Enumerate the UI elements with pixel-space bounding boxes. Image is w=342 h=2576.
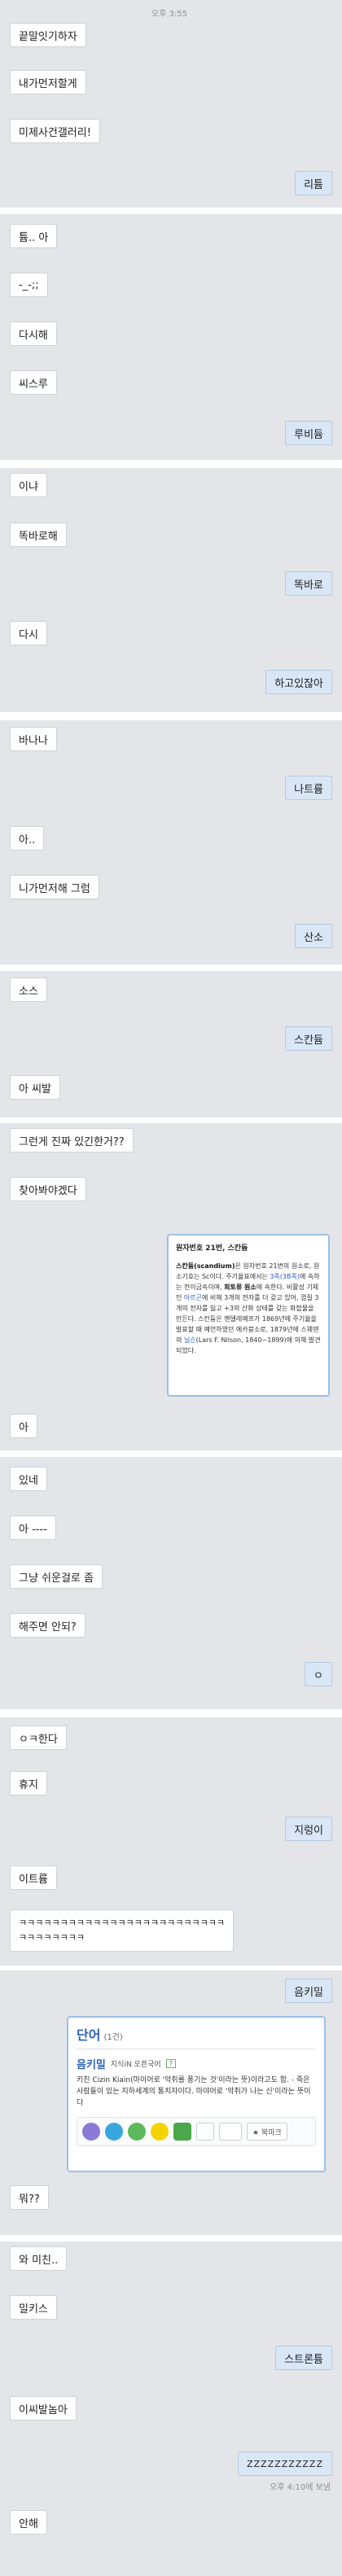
link-group3[interactable]: 3족(3B족) [270, 1273, 300, 1280]
chat-bubble-out: ZZZZZZZZZZZ [238, 2451, 332, 2476]
chat-panel-2: 튬.. 아 -_-;; 다시해 씨스루 루비듐 [0, 214, 342, 460]
chat-bubble-in: 끝말잇기하자 [10, 23, 86, 47]
chat-bubble-out: 스트론튬 [275, 2346, 332, 2370]
chat-bubble-in: 니가먼저해 그럼 [10, 875, 99, 899]
chat-bubble-out: 나트륨 [285, 776, 332, 800]
chat-panel-5: 소스 스칸듐 아 씨발 [0, 971, 342, 1117]
chat-panel-6: 그런게 진짜 있긴한거?? 찾아봐야겠다 원자번호 21번, 스칸듐 스칸듐(s… [0, 1123, 342, 1450]
chat-bubble-in: 바나나 [10, 727, 57, 751]
chat-bubble-in: 그런게 진짜 있긴한거?? [10, 1128, 134, 1152]
chat-bubble-in: 밀키스 [10, 2295, 57, 2320]
chat-bubble-in: 있네 [10, 1467, 47, 1491]
talk-icon[interactable] [82, 2123, 100, 2141]
sent-timestamp: 오후 4:10에 보냄 [270, 2483, 331, 2492]
word-definition: 키친 Cizin Kiain(마이어로 '악취를 풍기는 것'이라는 뜻)이라고… [77, 2076, 311, 2107]
link-nilson[interactable]: 닐슨 [184, 1336, 196, 1344]
chat-bubble-out: 지렁이 [285, 1817, 332, 1841]
chat-bubble-out: ㅇ [305, 1662, 332, 1686]
chat-bubble-in: 찾아봐야겠다 [10, 1177, 86, 1201]
term-rare-earth: 희토류 원소 [224, 1284, 256, 1291]
kakao-icon[interactable] [151, 2123, 169, 2141]
chat-bubble-in: 안해 [10, 2510, 47, 2534]
chat-bubble-in: 그냥 쉬운걸로 좀 [10, 1564, 103, 1589]
help-badge-icon[interactable]: ? [165, 2059, 176, 2068]
chat-bubble-in: ㅇㅋ한다 [10, 1725, 67, 1750]
chat-bubble-out: 루비듐 [285, 421, 332, 445]
chat-bubble-out: 하고있잖아 [265, 670, 332, 694]
chat-bubble-in: 똑바로해 [10, 523, 67, 547]
chat-panel-9: 음키밀 단어 (1건) 음키밀 지식iN 오픈국어 ? 키친 Cizin Kia… [0, 1970, 342, 2235]
chat-bubble-in: 이씨발놈아 [10, 2396, 77, 2421]
word-heading[interactable]: 음키밀 [77, 2056, 106, 2071]
chat-panel-10: 와 미친.. 밀키스 스트론튬 이씨발놈아 ZZZZZZZZZZZ 오후 4:1… [0, 2241, 342, 2576]
chat-bubble-in: 다시 [10, 621, 47, 645]
laugh-line-2: ㅋㅋㅋㅋㅋㅋㅋㅋ [19, 1932, 85, 1943]
dictionary-card-scandium[interactable]: 원자번호 21번, 스칸듐 스칸듐(scandium)은 원자번호 21번의 원… [167, 1234, 330, 1397]
chat-bubble-in: 와 미친.. [10, 2246, 68, 2271]
laugh-line-1: ㅋㅋㅋㅋㅋㅋㅋㅋㅋㅋㅋㅋㅋㅋㅋㅋㅋㅋㅋㅋㅋㅋㅋㅋㅋ [19, 1918, 225, 1928]
section-title: 단어 [77, 2027, 101, 2043]
chat-bubble-in: 소스 [10, 977, 47, 1002]
chat-bubble-in: -_-;; [10, 273, 48, 297]
chat-bubble-in: 씨스루 [10, 370, 57, 395]
dictionary-card-body: 스칸듐(scandium)은 원자번호 21번의 원소로, 원소기호는 Sc이다… [176, 1261, 321, 1356]
chat-bubble-out: 스칸듐 [285, 1026, 332, 1051]
chat-bubble-in: 아.. [10, 826, 45, 851]
share-icon[interactable] [219, 2123, 242, 2141]
chat-bubble-out: 산소 [295, 924, 332, 948]
chat-bubble-in: 휴지 [10, 1771, 47, 1795]
band-icon[interactable] [173, 2123, 191, 2141]
chat-panel-1: 오후 3:55 끝말잇기하자 내가먼저할게 미제사건갤러리! 리튬 [0, 0, 342, 208]
word-source: 지식iN 오픈국어 [110, 2061, 161, 2069]
link-argon[interactable]: 아르곤 [184, 1294, 202, 1301]
chat-bubble-in: 이트륨 [10, 1865, 57, 1890]
bookmark-button[interactable]: ★ 북마크 [247, 2123, 287, 2141]
chat-bubble-in: 아 씨발 [10, 1075, 61, 1100]
chat-bubble-in: 해주면 안되? [10, 1613, 86, 1638]
chat-bubble-in-multiline: ㅋㅋㅋㅋㅋㅋㅋㅋㅋㅋㅋㅋㅋㅋㅋㅋㅋㅋㅋㅋㅋㅋㅋㅋㅋ ㅋㅋㅋㅋㅋㅋㅋㅋ [10, 1909, 234, 1952]
chat-bubble-in: 이냐 [10, 473, 47, 497]
chat-bubble-in: 뭐?? [10, 2185, 49, 2210]
chat-bubble-out: 음키밀 [285, 1979, 332, 2003]
twitter-icon[interactable] [105, 2123, 123, 2141]
chat-bubble-out: 똑바로 [285, 571, 332, 596]
chat-panel-7: 있네 아 ---- 그냥 쉬운걸로 좀 해주면 안되? ㅇ [0, 1457, 342, 1709]
chat-panel-4: 바나나 나트륨 아.. 니가먼저해 그럼 산소 [0, 720, 342, 964]
chat-bubble-in: 아 ---- [10, 1515, 56, 1540]
chat-bubble-in: 미제사건갤러리! [10, 119, 100, 143]
chat-bubble-in: 아 [10, 1414, 37, 1438]
chat-bubble-in: 튬.. 아 [10, 224, 58, 248]
chat-panel-3: 이냐 똑바로해 똑바로 다시 하고있잖아 [0, 468, 342, 712]
body-text: (Lars F. Nilson, 1840~1899)에 의해 발견되었다. [176, 1336, 321, 1354]
chat-bubble-in: 내가먼저할게 [10, 70, 86, 94]
me2day-icon[interactable] [128, 2123, 146, 2141]
share-bar: ★ 북마크 [77, 2117, 316, 2146]
timestamp: 오후 3:55 [151, 10, 188, 19]
dictionary-card-title: 원자번호 21번, 스칸듐 [176, 1244, 248, 1253]
mail-icon[interactable] [196, 2123, 214, 2141]
result-count: (1건) [103, 2033, 123, 2042]
dictionary-card-word[interactable]: 단어 (1건) 음키밀 지식iN 오픈국어 ? 키친 Cizin Kiain(마… [67, 2016, 326, 2172]
chat-bubble-out: 리튬 [295, 171, 332, 195]
term-scandium: 스칸듐(scandium) [176, 1262, 235, 1270]
chat-bubble-in: 다시해 [10, 321, 57, 346]
chat-panel-8: ㅇㅋ한다 휴지 지렁이 이트륨 ㅋㅋㅋㅋㅋㅋㅋㅋㅋㅋㅋㅋㅋㅋㅋㅋㅋㅋㅋㅋㅋㅋㅋㅋ… [0, 1717, 342, 1966]
